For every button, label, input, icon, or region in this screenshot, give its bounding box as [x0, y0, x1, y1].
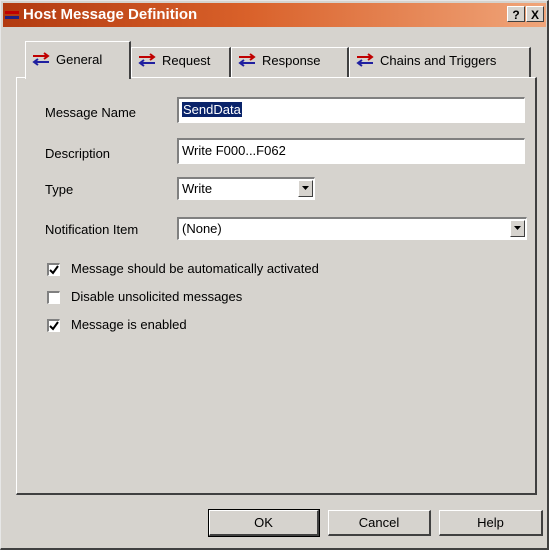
help-button[interactable]: Help	[439, 510, 543, 536]
app-icon	[5, 11, 19, 19]
question-icon: ?	[512, 8, 520, 22]
tab-label: Chains and Triggers	[380, 53, 497, 68]
cancel-button[interactable]: Cancel	[328, 510, 431, 536]
tab-general[interactable]: General	[25, 41, 131, 79]
arrows-icon	[356, 53, 374, 67]
help-title-button[interactable]: ?	[507, 6, 525, 22]
close-icon: X	[530, 8, 539, 22]
tab-label: General	[56, 52, 103, 67]
ok-button[interactable]: OK	[208, 509, 320, 537]
close-button[interactable]: X	[526, 6, 544, 22]
tab-label: Request	[162, 53, 211, 68]
general-tab-panel	[16, 77, 537, 495]
tab-chains-and-triggers[interactable]: Chains and Triggers	[349, 47, 531, 77]
tab-request[interactable]: Request	[131, 47, 231, 77]
tab-label: Response	[262, 53, 321, 68]
window-title: Host Message Definition	[23, 6, 198, 23]
arrows-icon	[32, 52, 50, 66]
arrows-icon	[238, 53, 256, 67]
tab-response[interactable]: Response	[231, 47, 349, 77]
title-bar[interactable]: Host Message Definition ? X	[3, 3, 546, 27]
host-message-definition-dialog: Host Message Definition ? X General Requ…	[0, 0, 549, 550]
arrows-icon	[138, 53, 156, 67]
